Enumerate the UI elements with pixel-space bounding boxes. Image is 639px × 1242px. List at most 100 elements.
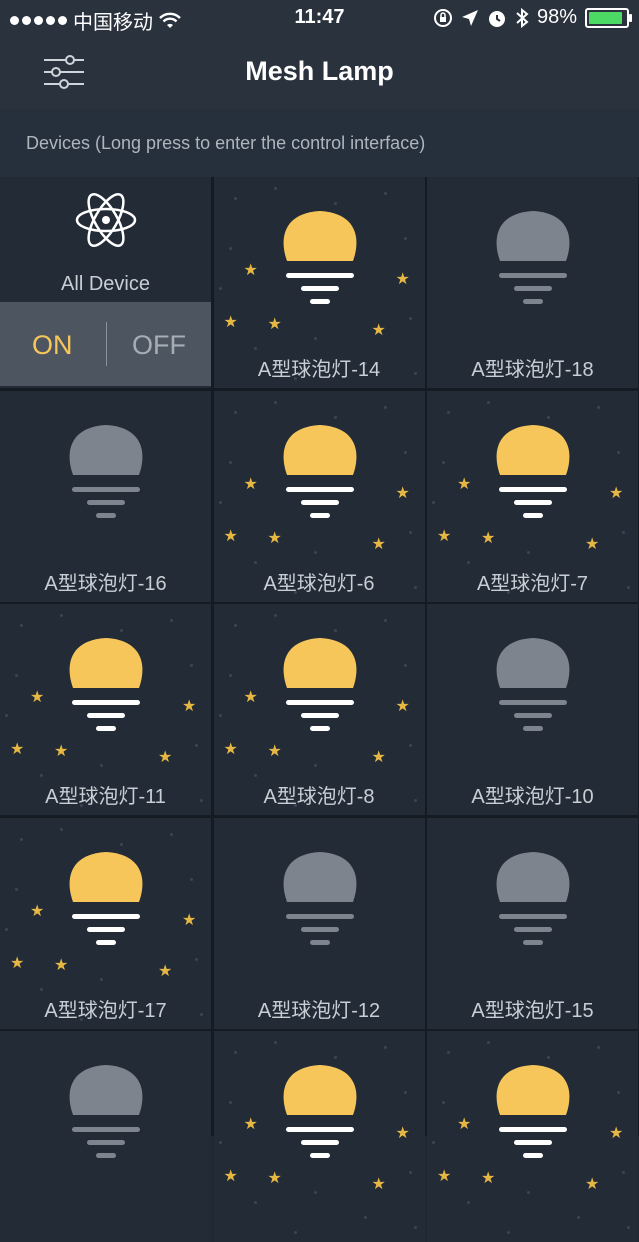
star-icon: ★ — [182, 698, 197, 715]
background-speck — [333, 1056, 337, 1059]
star-icon: ★ — [267, 316, 282, 333]
background-speck — [617, 450, 620, 454]
device-cell[interactable]: A型球泡灯-18 — [427, 177, 638, 388]
star-icon: ★ — [437, 1168, 452, 1185]
background-speck — [100, 764, 103, 767]
background-speck — [383, 619, 387, 622]
star-icon: ★ — [223, 741, 238, 758]
background-speck — [432, 500, 435, 504]
device-cell[interactable]: ★ ★ ★ ★ ★ A型球泡灯-17 — [0, 817, 211, 1029]
device-cell[interactable]: ★ ★ ★ ★ ★ A型球泡灯-6 — [213, 390, 425, 602]
background-speck — [622, 530, 625, 534]
background-speck — [442, 460, 445, 464]
all-device-cell[interactable]: All Device ON OFF — [0, 177, 211, 388]
background-speck — [190, 664, 193, 667]
background-speck — [597, 1046, 600, 1049]
star-icon: ★ — [395, 271, 410, 288]
background-speck — [403, 1091, 407, 1094]
background-speck — [622, 1171, 625, 1174]
device-cell[interactable]: ★ ★ ★ ★ ★ A型球泡灯-7 — [427, 390, 638, 602]
devices-section-header: Devices (Long press to enter the control… — [0, 109, 639, 177]
background-speck — [195, 957, 198, 961]
star-icon: ★ — [223, 1168, 238, 1185]
background-speck — [408, 530, 412, 534]
background-speck — [527, 550, 530, 554]
all-on-button[interactable]: ON — [32, 330, 73, 361]
star-icon: ★ — [437, 527, 452, 545]
background-speck — [195, 744, 198, 747]
background-speck — [100, 977, 103, 981]
star-icon: ★ — [243, 1116, 258, 1133]
page-title: Mesh Lamp — [245, 56, 394, 86]
star-icon: ★ — [223, 527, 238, 545]
background-speck — [15, 674, 18, 677]
background-speck — [383, 192, 387, 195]
nav-bar: Mesh Lamp — [0, 36, 639, 109]
background-speck — [228, 1101, 232, 1104]
background-speck — [507, 1231, 510, 1234]
battery-icon — [585, 7, 632, 28]
star-icon: ★ — [223, 314, 238, 331]
device-cell[interactable]: ★ ★ ★ ★ ★ A型球泡灯-8 — [213, 604, 425, 815]
background-speck — [467, 1201, 470, 1204]
background-speck — [20, 837, 23, 841]
background-speck — [447, 1051, 450, 1054]
alarm-icon — [488, 10, 505, 27]
all-off-button[interactable]: OFF — [132, 330, 186, 361]
background-speck — [403, 237, 407, 240]
device-cell[interactable]: ★ ★ ★ ★ ★ — [213, 1031, 425, 1242]
background-speck — [403, 450, 407, 454]
device-name: A型球泡灯-18 — [471, 359, 594, 381]
device-cell[interactable]: ★ ★ ★ ★ ★ A型球泡灯-11 — [0, 604, 211, 815]
location-icon — [461, 9, 478, 26]
background-speck — [333, 202, 337, 205]
device-grid: All Device ON OFF ★ ★ ★ ★ ★ A型球泡灯-14 A型球泡灯-18 A… — [0, 177, 639, 1242]
background-speck — [577, 1216, 580, 1219]
star-icon: ★ — [158, 749, 173, 766]
device-cell[interactable]: A型球泡灯-12 — [213, 817, 425, 1029]
section-header-text: Devices (Long press to enter the control… — [26, 133, 426, 153]
star-icon: ★ — [30, 689, 45, 706]
status-right: 98% — [433, 6, 632, 29]
background-speck — [40, 774, 43, 777]
background-speck — [467, 560, 470, 564]
background-speck — [60, 827, 63, 831]
device-cell[interactable]: A型球泡灯-10 — [427, 604, 638, 815]
bulb-off-icon — [283, 851, 356, 945]
background-speck — [170, 619, 173, 622]
device-name: A型球泡灯-17 — [44, 999, 167, 1022]
background-speck — [170, 832, 173, 836]
device-name: A型球泡灯-15 — [471, 999, 594, 1022]
background-speck — [218, 500, 222, 504]
background-speck — [408, 744, 412, 747]
background-speck — [408, 1171, 412, 1174]
device-name: A型球泡灯-14 — [257, 359, 381, 381]
background-speck — [228, 674, 232, 677]
background-speck — [40, 987, 43, 991]
background-speck — [273, 614, 277, 617]
background-speck — [253, 560, 257, 564]
background-speck — [627, 1226, 630, 1229]
background-speck — [487, 400, 490, 404]
device-cell[interactable]: ★ ★ ★ ★ ★ A型球泡灯-14 — [213, 177, 425, 388]
device-cell[interactable] — [0, 1031, 211, 1242]
battery-percent: 98% — [536, 6, 577, 28]
status-bar: 中国移动 11:47 98% — [0, 0, 639, 36]
device-cell[interactable]: A型球泡灯-15 — [427, 817, 638, 1029]
background-speck — [273, 1041, 277, 1044]
bulb-on-icon — [283, 211, 356, 304]
background-speck — [253, 1201, 257, 1204]
bulb-on-icon — [283, 1065, 356, 1158]
bulb-on-icon — [283, 638, 356, 731]
star-icon: ★ — [371, 322, 386, 339]
background-speck — [253, 347, 257, 350]
background-speck — [233, 197, 237, 200]
bulb-on-icon — [496, 424, 570, 518]
background-speck — [313, 337, 317, 340]
background-speck — [5, 927, 8, 931]
device-cell[interactable]: A型球泡灯-16 — [0, 390, 211, 602]
background-speck — [120, 842, 123, 846]
device-name: A型球泡灯-16 — [44, 572, 167, 595]
device-cell[interactable]: ★ ★ ★ ★ ★ — [427, 1031, 638, 1242]
background-speck — [447, 410, 450, 414]
